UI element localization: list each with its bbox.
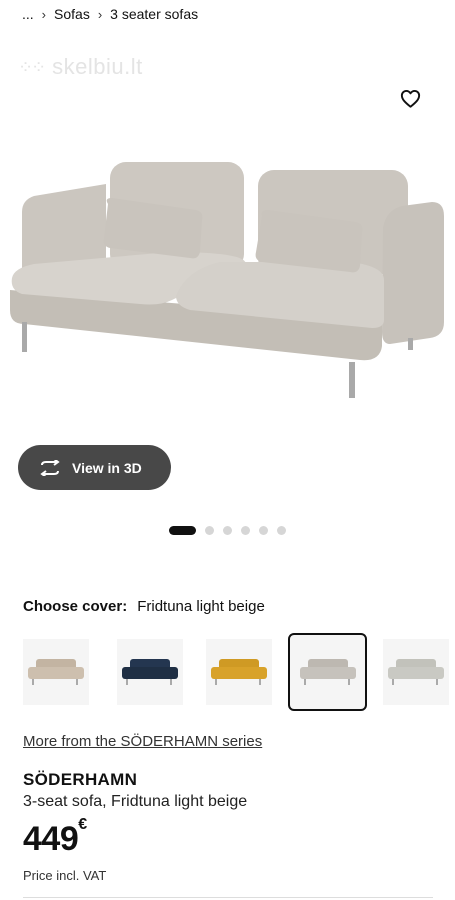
sofa-illustration — [10, 162, 444, 398]
breadcrumb-item-3-seater-sofas[interactable]: 3 seater sofas — [110, 6, 198, 22]
breadcrumb: ... › Sofas › 3 seater sofas — [22, 6, 198, 22]
price-amount: 449 — [23, 820, 79, 858]
watermark: ⁘⁘ skelbiu.lt — [18, 54, 143, 80]
breadcrumb-ellipsis[interactable]: ... — [22, 6, 34, 22]
cover-swatch-light-beige[interactable] — [288, 633, 367, 711]
watermark-text: skelbiu.lt — [52, 54, 143, 79]
cover-selector: Choose cover: Fridtuna light beige — [23, 598, 265, 615]
cover-swatch-beige[interactable] — [23, 639, 89, 705]
price-currency: € — [78, 816, 87, 833]
view-in-3d-button[interactable]: View in 3D — [18, 445, 171, 490]
carousel-dot-4[interactable] — [241, 526, 250, 535]
sofa-thumbnail-icon — [388, 659, 444, 685]
watermark-logo-icon: ⁘⁘ — [18, 56, 46, 77]
carousel-dot-3[interactable] — [223, 526, 232, 535]
chevron-right-icon: › — [41, 6, 47, 22]
product-image — [10, 162, 444, 398]
cover-swatch-light-grey[interactable] — [383, 639, 449, 705]
carousel-dot-6[interactable] — [277, 526, 286, 535]
price-note: Price incl. VAT — [23, 868, 107, 883]
cover-swatch-yellow[interactable] — [206, 639, 272, 705]
rotate-3d-icon — [40, 459, 60, 476]
breadcrumb-item-sofas[interactable]: Sofas — [54, 6, 90, 22]
carousel-indicator — [169, 526, 286, 535]
divider — [23, 897, 433, 898]
heart-icon — [400, 89, 420, 108]
sofa-thumbnail-icon — [211, 659, 267, 685]
carousel-dot-2[interactable] — [205, 526, 214, 535]
view-in-3d-label: View in 3D — [72, 459, 142, 476]
cover-swatches — [23, 633, 455, 713]
carousel-dot-5[interactable] — [259, 526, 268, 535]
cover-value: Fridtuna light beige — [137, 598, 265, 615]
product-name: SÖDERHAMN — [23, 770, 138, 789]
series-link[interactable]: More from the SÖDERHAMN series — [23, 733, 262, 750]
carousel-dot-1[interactable] — [169, 526, 196, 535]
cover-label: Choose cover: — [23, 598, 128, 615]
product-price: 449€ — [23, 816, 87, 859]
favourite-button[interactable] — [398, 86, 422, 110]
chevron-right-icon: › — [97, 6, 103, 22]
product-description: 3-seat sofa, Fridtuna light beige — [23, 793, 248, 810]
cover-swatch-dark-blue[interactable] — [117, 639, 183, 705]
sofa-thumbnail-icon — [122, 659, 178, 685]
sofa-thumbnail-icon — [299, 659, 356, 685]
sofa-thumbnail-icon — [28, 659, 84, 685]
